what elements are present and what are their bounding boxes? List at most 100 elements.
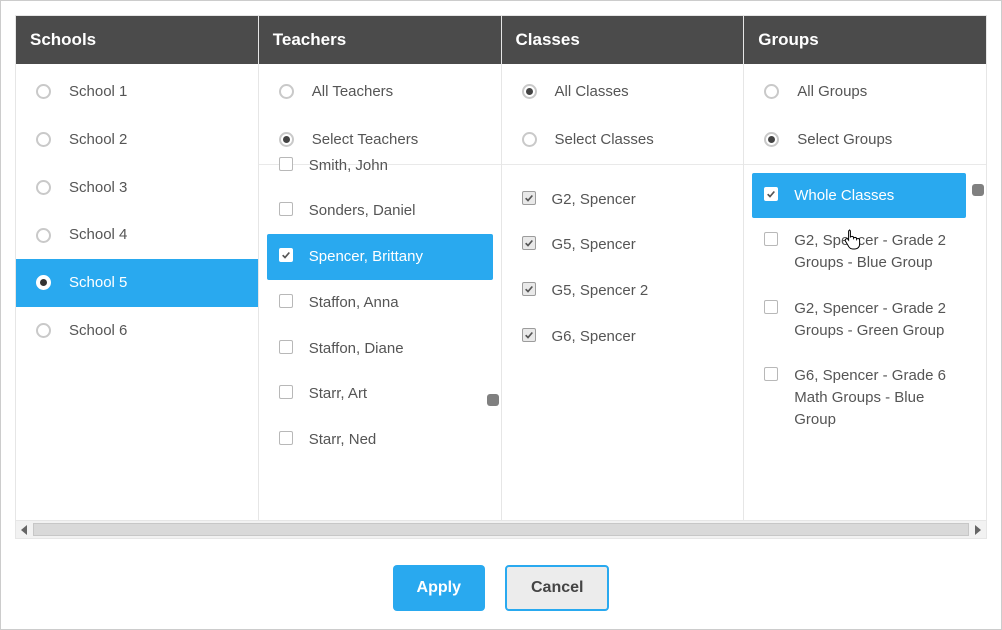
schools-list: School 1 School 2 School 3 School 4 School 5… — [16, 64, 258, 355]
radio-icon — [36, 84, 51, 99]
teacher-item[interactable]: Spencer, Brittany — [267, 234, 493, 280]
group-label: G2, Spencer - Grade 2 Groups - Blue Grou… — [794, 230, 954, 274]
classes-mode-label: All Classes — [555, 81, 629, 103]
teacher-item[interactable]: Starr, Art — [267, 371, 493, 417]
scroll-left-icon[interactable] — [21, 525, 27, 535]
classes-modes: All Classes Select Classes — [502, 64, 744, 164]
teacher-label: Sonders, Daniel — [309, 200, 416, 222]
selector-dialog: Schools School 1 School 2 School 3 School 4… — [0, 0, 1002, 630]
checkbox-icon — [764, 187, 778, 201]
teacher-label: Staffon, Diane — [309, 338, 404, 360]
school-label: School 4 — [69, 224, 127, 246]
classes-mode-option[interactable]: Select Classes — [502, 116, 744, 164]
checkbox-icon — [764, 300, 778, 314]
group-item[interactable]: G2, Spencer - Grade 2 Groups - Blue Grou… — [752, 218, 966, 286]
teachers-mode-label: All Teachers — [312, 81, 393, 103]
radio-icon — [36, 132, 51, 147]
groups-items: Whole Classes G2, Spencer - Grade 2 Group… — [744, 165, 986, 443]
column-body-teachers: All TeachersSelect Teachers Smith, JohnS… — [259, 64, 501, 520]
radio-icon — [279, 132, 294, 147]
teacher-item[interactable]: Sonders, Daniel — [267, 188, 493, 234]
checkbox-icon — [279, 431, 293, 445]
column-header-classes: Classes — [502, 16, 744, 64]
radio-icon — [36, 275, 51, 290]
column-header-teachers: Teachers — [259, 16, 501, 64]
checkbox-icon — [522, 328, 536, 342]
group-label: G6, Spencer - Grade 6 Math Groups - Blue… — [794, 365, 954, 430]
apply-button[interactable]: Apply — [393, 565, 485, 611]
class-item[interactable]: G6, Spencer — [510, 314, 736, 360]
groups-mode-label: All Groups — [797, 81, 867, 103]
school-option[interactable]: School 3 — [16, 164, 258, 212]
column-schools: Schools School 1 School 2 School 3 School 4… — [16, 16, 259, 520]
scroll-thumb[interactable] — [33, 523, 969, 536]
radio-icon — [36, 228, 51, 243]
class-label: G5, Spencer — [552, 234, 636, 256]
teachers-mode-label: Select Teachers — [312, 129, 418, 151]
school-label: School 5 — [69, 272, 127, 294]
groups-modes: All Groups Select Groups — [744, 64, 986, 164]
groups-mode-option[interactable]: All Groups — [744, 68, 986, 116]
columns-wrap: Schools School 1 School 2 School 3 School 4… — [15, 15, 987, 539]
column-header-schools: Schools — [16, 16, 258, 64]
checkbox-icon — [279, 248, 293, 262]
column-teachers: Teachers All Teachers Select Teachers Smi… — [259, 16, 502, 520]
class-item[interactable]: G5, Spencer — [510, 222, 736, 268]
radio-icon — [36, 323, 51, 338]
checkbox-icon — [522, 236, 536, 250]
class-label: G2, Spencer — [552, 189, 636, 211]
scrollbar-thumb[interactable] — [972, 184, 984, 196]
radio-icon — [36, 180, 51, 195]
checkbox-icon — [279, 340, 293, 354]
radio-icon — [764, 132, 779, 147]
scrollbar-thumb[interactable] — [487, 394, 499, 406]
class-label: G5, Spencer 2 — [552, 280, 649, 302]
teacher-label: Starr, Ned — [309, 429, 377, 451]
column-body-groups: All Groups Select Groups Whole Classes G2,… — [744, 64, 986, 520]
groups-mode-label: Select Groups — [797, 129, 892, 151]
class-label: G6, Spencer — [552, 326, 636, 348]
school-option[interactable]: School 2 — [16, 116, 258, 164]
school-label: School 2 — [69, 129, 127, 151]
classes-mode-option[interactable]: All Classes — [502, 68, 744, 116]
classes-items: G2, Spencer G5, Spencer G5, Spencer 2 G6, S… — [502, 165, 744, 360]
cancel-button[interactable]: Cancel — [505, 565, 609, 611]
dialog-footer: Apply Cancel — [15, 539, 987, 611]
checkbox-icon — [764, 232, 778, 246]
column-body-schools: School 1 School 2 School 3 School 4 School 5… — [16, 64, 258, 520]
checkbox-icon — [279, 202, 293, 216]
scroll-right-icon[interactable] — [975, 525, 981, 535]
radio-icon — [522, 132, 537, 147]
school-label: School 1 — [69, 81, 127, 103]
teachers-items: Smith, John Sonders, Daniel Spencer, Britt… — [259, 143, 501, 463]
teachers-mode-option[interactable]: All Teachers — [259, 68, 501, 116]
class-item[interactable]: G2, Spencer — [510, 177, 736, 223]
teacher-item[interactable]: Staffon, Anna — [267, 280, 493, 326]
groups-mode-option[interactable]: Select Groups — [744, 116, 986, 164]
group-item[interactable]: Whole Classes — [752, 173, 966, 219]
class-item[interactable]: G5, Spencer 2 — [510, 268, 736, 314]
radio-icon — [522, 84, 537, 99]
school-option[interactable]: School 5 — [16, 259, 258, 307]
column-groups: Groups All GroupsSelect Groups Whole Cla… — [744, 16, 986, 520]
teacher-item[interactable]: Starr, Ned — [267, 417, 493, 463]
horizontal-scrollbar[interactable] — [15, 521, 987, 539]
teacher-label: Staffon, Anna — [309, 292, 399, 314]
checkbox-icon — [764, 367, 778, 381]
school-option[interactable]: School 4 — [16, 211, 258, 259]
school-option[interactable]: School 1 — [16, 68, 258, 116]
group-item[interactable]: G2, Spencer - Grade 2 Groups - Green Gro… — [752, 286, 966, 354]
school-label: School 6 — [69, 320, 127, 342]
checkbox-icon — [279, 294, 293, 308]
radio-icon — [764, 84, 779, 99]
checkbox-icon — [522, 191, 536, 205]
teacher-item[interactable]: Staffon, Diane — [267, 326, 493, 372]
teacher-label: Smith, John — [309, 155, 388, 177]
classes-mode-label: Select Classes — [555, 129, 654, 151]
school-option[interactable]: School 6 — [16, 307, 258, 355]
column-body-classes: All Classes Select Classes G2, Spencer G5,… — [502, 64, 744, 520]
teacher-label: Starr, Art — [309, 383, 367, 405]
columns: Schools School 1 School 2 School 3 School 4… — [15, 15, 987, 521]
group-item[interactable]: G6, Spencer - Grade 6 Math Groups - Blue… — [752, 353, 966, 442]
column-classes: Classes All Classes Select Classes G2, Sp… — [502, 16, 745, 520]
